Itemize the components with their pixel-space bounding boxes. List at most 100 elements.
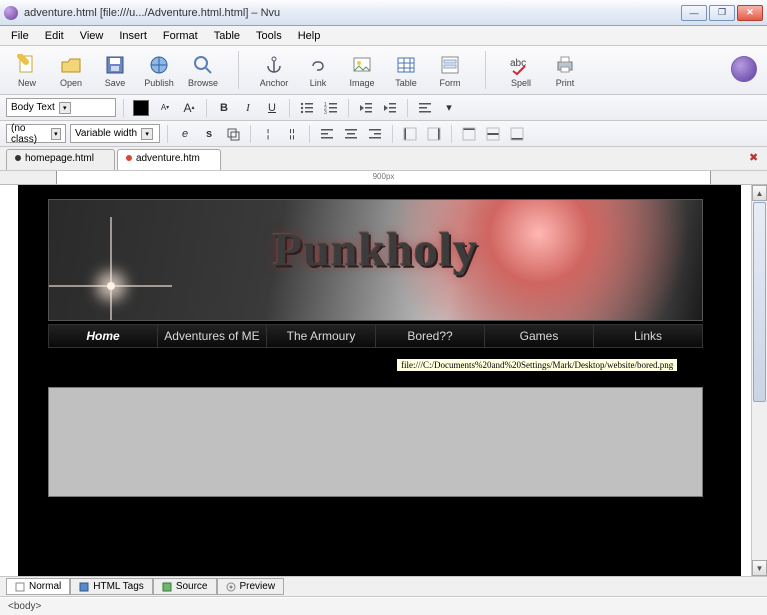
close-button[interactable]: ✕: [737, 5, 763, 21]
bold-button[interactable]: B: [214, 98, 234, 118]
browse-icon: [191, 53, 215, 77]
bullet-list-button[interactable]: [297, 98, 317, 118]
vertical-scrollbar[interactable]: ▲ ▼: [751, 185, 767, 576]
editor-canvas[interactable]: Punkholy Home Adventures of ME The Armou…: [0, 185, 767, 577]
outdent-button[interactable]: [356, 98, 376, 118]
maximize-button[interactable]: ❐: [709, 5, 735, 21]
menu-file[interactable]: File: [4, 28, 36, 44]
scroll-thumb[interactable]: [753, 202, 766, 402]
align-left-2-button[interactable]: [317, 124, 337, 144]
border-top-button[interactable]: [459, 124, 479, 144]
scroll-down-button[interactable]: ▼: [752, 560, 767, 576]
image-button[interactable]: Image: [341, 53, 383, 88]
table-button[interactable]: Table: [385, 53, 427, 88]
border-right-button[interactable]: [424, 124, 444, 144]
status-path: <body>: [8, 601, 41, 612]
save-button[interactable]: Save: [94, 53, 136, 88]
site-banner: Punkholy: [48, 199, 703, 321]
para-format-combo[interactable]: Body Text▾: [6, 98, 116, 117]
color-swatch-icon: [133, 100, 149, 116]
menu-help[interactable]: Help: [291, 28, 328, 44]
site-logo-text: Punkholy: [273, 223, 478, 278]
chevron-down-icon: ▾: [51, 128, 61, 140]
content-placeholder[interactable]: [48, 387, 703, 497]
menu-table[interactable]: Table: [207, 28, 247, 44]
ruler: 900px: [0, 171, 767, 185]
dt-button[interactable]: ¦¦: [282, 124, 302, 144]
indent-button[interactable]: [380, 98, 400, 118]
page-body[interactable]: Punkholy Home Adventures of ME The Armou…: [18, 185, 741, 576]
nav-links[interactable]: Links: [594, 325, 702, 347]
align-left-button[interactable]: [415, 98, 435, 118]
number-list-button[interactable]: 123: [321, 98, 341, 118]
ruler-label: 900px: [373, 172, 395, 181]
statusbar: <body>: [0, 597, 767, 615]
nvu-logo-icon: [731, 56, 757, 82]
viewtab-htmltags[interactable]: HTML Tags: [70, 578, 153, 595]
format-toolbar-2: (no class)▾ Variable width▾ e s ¦ ¦¦: [0, 121, 767, 147]
format-toolbar-1: Body Text▾ A▾ A▴ B I U 123 ▾: [0, 95, 767, 121]
minimize-button[interactable]: —: [681, 5, 707, 21]
italic-button[interactable]: I: [238, 98, 258, 118]
nav-games[interactable]: Games: [485, 325, 594, 347]
font-smaller-button[interactable]: A▾: [155, 98, 175, 118]
menu-format[interactable]: Format: [156, 28, 205, 44]
dl-button[interactable]: ¦: [258, 124, 278, 144]
spell-icon: abc: [509, 53, 533, 77]
save-icon: [103, 53, 127, 77]
nav-bored[interactable]: Bored??: [376, 325, 485, 347]
nav-home[interactable]: Home: [49, 325, 158, 347]
open-icon: [59, 53, 83, 77]
link-button[interactable]: Link: [297, 53, 339, 88]
strong-button[interactable]: s: [199, 124, 219, 144]
viewtab-source[interactable]: Source: [153, 578, 217, 595]
print-button[interactable]: Print: [544, 53, 586, 88]
align-dropdown[interactable]: ▾: [439, 98, 459, 118]
form-button[interactable]: Form: [429, 53, 471, 88]
viewtab-normal[interactable]: Normal: [6, 578, 70, 595]
menubar: File Edit View Insert Format Table Tools…: [0, 26, 767, 46]
underline-button[interactable]: U: [262, 98, 282, 118]
new-button[interactable]: New: [6, 53, 48, 88]
viewtab-preview[interactable]: Preview: [217, 578, 285, 595]
new-icon: [15, 53, 39, 77]
border-bottom-button[interactable]: [507, 124, 527, 144]
doctab-adventure[interactable]: adventure.htm: [117, 149, 221, 170]
document-tab-row: homepage.html adventure.htm ✖: [0, 147, 767, 171]
publish-icon: [147, 53, 171, 77]
font-larger-button[interactable]: A▴: [179, 98, 199, 118]
link-icon: [306, 53, 330, 77]
em-button[interactable]: e: [175, 124, 195, 144]
chevron-down-icon: ▾: [141, 128, 153, 140]
nav-armoury[interactable]: The Armoury: [267, 325, 376, 347]
dot-icon: [15, 155, 21, 161]
doctab-homepage[interactable]: homepage.html: [6, 149, 115, 170]
text-color-button[interactable]: [131, 98, 151, 118]
browse-button[interactable]: Browse: [182, 53, 224, 88]
layer-button[interactable]: [223, 124, 243, 144]
window-titlebar: adventure.html [file:///u.../Adventure.h…: [0, 0, 767, 26]
close-tab-button[interactable]: ✖: [749, 151, 761, 163]
align-right-button[interactable]: [365, 124, 385, 144]
dot-icon: [126, 155, 132, 161]
publish-button[interactable]: Publish: [138, 53, 180, 88]
nav-adventures[interactable]: Adventures of ME: [158, 325, 267, 347]
menu-tools[interactable]: Tools: [249, 28, 289, 44]
menu-edit[interactable]: Edit: [38, 28, 71, 44]
view-tabs: Normal HTML Tags Source Preview: [0, 577, 767, 597]
border-middle-button[interactable]: [483, 124, 503, 144]
class-combo[interactable]: (no class)▾: [6, 124, 66, 143]
align-center-button[interactable]: [341, 124, 361, 144]
menu-insert[interactable]: Insert: [112, 28, 154, 44]
border-left-button[interactable]: [400, 124, 420, 144]
anchor-button[interactable]: Anchor: [253, 53, 295, 88]
tooltip: file:///C:/Documents%20and%20Settings/Ma…: [396, 358, 678, 372]
font-family-combo[interactable]: Variable width▾: [70, 124, 160, 143]
spell-button[interactable]: abcSpell: [500, 53, 542, 88]
anchor-icon: [262, 53, 286, 77]
window-title: adventure.html [file:///u.../Adventure.h…: [24, 7, 681, 19]
scroll-up-button[interactable]: ▲: [752, 185, 767, 201]
menu-view[interactable]: View: [73, 28, 111, 44]
main-toolbar: New Open Save Publish Browse Anchor Link…: [0, 46, 767, 95]
open-button[interactable]: Open: [50, 53, 92, 88]
